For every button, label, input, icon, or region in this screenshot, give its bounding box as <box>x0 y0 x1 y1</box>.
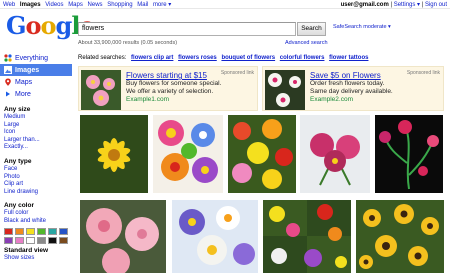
topnav-web[interactable]: Web <box>3 2 15 8</box>
sidebar-item-more[interactable]: More <box>0 88 72 100</box>
color-swatch[interactable] <box>4 236 13 244</box>
advanced-search-link[interactable]: Advanced search <box>285 40 328 46</box>
color-swatch[interactable] <box>4 227 13 235</box>
related-searches-label: Related searches: <box>78 55 127 61</box>
related-searches: Related searches: flowers clip art flowe… <box>78 55 368 61</box>
left-sidebar: Everything Images Maps More Any size Med… <box>0 52 72 262</box>
ad-title-link[interactable]: Save $5 on Flowers <box>310 72 393 80</box>
color-swatch[interactable] <box>37 227 46 235</box>
related-search-link[interactable]: flowers roses <box>178 55 217 61</box>
type-option[interactable]: Photo <box>4 174 72 182</box>
size-filter: Any size Medium Large Icon Larger than..… <box>0 106 72 152</box>
top-nav: Web Images Videos Maps News Shopping Mai… <box>3 1 174 8</box>
image-result[interactable] <box>153 115 223 193</box>
color-swatch[interactable] <box>37 236 46 244</box>
more-icon <box>4 90 12 98</box>
color-swatch[interactable] <box>15 227 24 235</box>
sponsored-ad[interactable]: Flowers starting at $15 Buy flowers for … <box>78 66 258 111</box>
sidebar-item-label: Images <box>15 66 40 74</box>
color-swatch[interactable] <box>59 227 68 235</box>
color-swatch[interactable] <box>48 236 57 244</box>
ad-url[interactable]: Example2.com <box>310 96 393 104</box>
view-filter-title[interactable]: Standard view <box>4 247 72 255</box>
image-result[interactable] <box>80 200 166 273</box>
ad-thumbnail[interactable] <box>81 70 121 110</box>
type-option[interactable]: Line drawing <box>4 189 72 197</box>
size-option[interactable]: Medium <box>4 114 72 122</box>
color-swatches <box>4 227 72 244</box>
view-filter: Standard view Show sizes <box>0 247 72 263</box>
result-stats: About 33,900,000 results (0.05 seconds) <box>78 40 178 46</box>
top-bar: Web Images Videos Maps News Shopping Mai… <box>0 0 450 9</box>
size-option[interactable]: Exactly... <box>4 144 72 152</box>
sponsored-ad[interactable]: Save $5 on Flowers Order fresh flowers t… <box>262 66 444 111</box>
image-result[interactable] <box>375 115 443 193</box>
size-filter-title[interactable]: Any size <box>4 106 72 114</box>
safesearch-dropdown[interactable]: SafeSearch moderate ▾ <box>333 24 391 30</box>
topnav-shopping[interactable]: Shopping <box>107 2 132 8</box>
image-result[interactable] <box>300 115 370 193</box>
show-sizes-option[interactable]: Show sizes <box>4 255 72 263</box>
user-email: user@gmail.com <box>340 2 389 8</box>
color-swatch[interactable] <box>26 236 35 244</box>
topnav-maps[interactable]: Maps <box>68 2 83 8</box>
sidebar-item-label: Everything <box>15 54 49 62</box>
ad-line: Order fresh flowers today. <box>310 80 385 87</box>
topnav-mail[interactable]: Mail <box>137 2 148 8</box>
ad-line: Same day delivery available. <box>310 88 393 95</box>
ad-url[interactable]: Example1.com <box>126 96 221 104</box>
size-option[interactable]: Large <box>4 122 72 130</box>
search-input[interactable]: flowers <box>78 22 296 36</box>
topnav-videos[interactable]: Videos <box>45 2 63 8</box>
ad-title-link[interactable]: Flowers starting at $15 <box>126 72 221 80</box>
image-result[interactable] <box>228 115 296 193</box>
sidebar-item-maps[interactable]: Maps <box>0 76 72 88</box>
type-option[interactable]: Clip art <box>4 181 72 189</box>
color-swatch[interactable] <box>26 227 35 235</box>
color-swatch[interactable] <box>48 227 57 235</box>
color-filter-title[interactable]: Any color <box>4 202 72 210</box>
sign-out-link[interactable]: Sign out <box>425 2 447 8</box>
sidebar-item-everything[interactable]: Everything <box>0 52 72 64</box>
color-option[interactable]: Full color <box>4 210 72 218</box>
color-option[interactable]: Black and white <box>4 218 72 226</box>
settings-link[interactable]: Settings ▾ <box>394 2 420 8</box>
search-button[interactable]: Search <box>297 22 326 36</box>
type-option[interactable]: Face <box>4 166 72 174</box>
ad-line: Buy flowers for someone special. <box>126 80 222 87</box>
sidebar-item-label: Maps <box>15 78 33 86</box>
ad-line: We offer a variety of selection. <box>126 88 214 95</box>
image-result[interactable] <box>80 115 148 193</box>
type-filter: Any type Face Photo Clip art Line drawin… <box>0 158 72 196</box>
image-result[interactable] <box>356 200 444 273</box>
color-swatch[interactable] <box>15 236 24 244</box>
sponsored-label: Sponsored link <box>406 70 440 76</box>
image-result[interactable] <box>263 200 351 273</box>
related-search-link[interactable]: flowers clip art <box>131 55 173 61</box>
topnav-news[interactable]: News <box>88 2 103 8</box>
related-search-link[interactable]: bouquet of flowers <box>221 55 275 61</box>
sidebar-item-label: More <box>15 90 31 98</box>
maps-icon <box>4 78 12 86</box>
account-links: user@gmail.com | Settings ▾ | Sign out <box>341 1 447 8</box>
color-swatch[interactable] <box>59 236 68 244</box>
related-search-link[interactable]: flower tattoos <box>329 55 368 61</box>
type-filter-title[interactable]: Any type <box>4 158 72 166</box>
images-icon <box>4 66 12 74</box>
sponsored-label: Sponsored link <box>220 70 254 76</box>
ad-text: Save $5 on Flowers Order fresh flowers t… <box>310 72 393 104</box>
topnav-more[interactable]: more ▾ <box>153 2 171 8</box>
related-search-link[interactable]: colorful flowers <box>280 55 325 61</box>
size-option[interactable]: Larger than... <box>4 137 72 145</box>
ad-text: Flowers starting at $15 Buy flowers for … <box>126 72 221 104</box>
everything-icon <box>4 54 12 62</box>
sidebar-item-images[interactable]: Images <box>0 64 72 76</box>
ad-thumbnail[interactable] <box>265 70 305 110</box>
size-option[interactable]: Icon <box>4 129 72 137</box>
color-filter: Any color Full color Black and white <box>0 202 72 225</box>
image-result[interactable] <box>172 200 258 273</box>
topnav-images[interactable]: Images <box>20 2 41 8</box>
